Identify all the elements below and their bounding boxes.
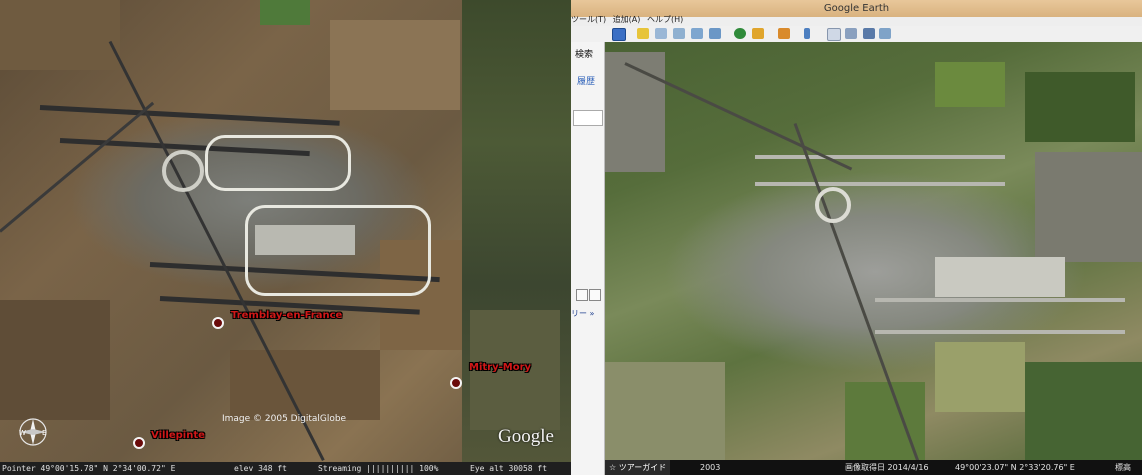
- sidebar-button[interactable]: [576, 289, 588, 301]
- terminal-2-complex: [255, 225, 355, 255]
- field-patch: [230, 350, 380, 420]
- place-marker-mitry[interactable]: [450, 377, 462, 389]
- runway: [755, 155, 1005, 159]
- highway: [0, 101, 155, 233]
- field-patch: [260, 0, 310, 25]
- menu-bar: ツール(T) 追加(A) ヘルプ(H): [571, 14, 687, 26]
- field-patch: [605, 362, 725, 460]
- place-label-tremblay[interactable]: Tremblay-en-France: [231, 310, 342, 321]
- gallery-link[interactable]: リー »: [571, 308, 594, 319]
- compass-icon[interactable]: W E: [18, 417, 48, 447]
- email-icon[interactable]: [827, 28, 841, 41]
- earth-map-view[interactable]: [605, 42, 1142, 460]
- elevation-label: 標高: [1115, 463, 1131, 472]
- menu-tools[interactable]: ツール(T): [571, 15, 606, 24]
- runway: [755, 182, 1005, 186]
- imagery-copyright: Image © 2005 DigitalGlobe: [222, 414, 347, 424]
- field-patch: [935, 342, 1025, 412]
- right-status-bar: ☆ ツアーガイド 2003 画像取得日 2014/4/16 49°00'23.0…: [605, 460, 1142, 475]
- terminal-1-ring: [815, 187, 851, 223]
- print-icon[interactable]: [845, 28, 857, 39]
- place-label-villepinte[interactable]: Villepinte: [151, 430, 205, 441]
- runway: [875, 330, 1125, 334]
- field-patch: [935, 62, 1005, 107]
- image-overlay-icon[interactable]: [691, 28, 703, 39]
- tour-guide-button[interactable]: ☆ ツアーガイド: [605, 460, 671, 475]
- place-marker-villepinte[interactable]: [133, 437, 145, 449]
- left-status-bar: Pointer 49°00'15.78" N 2°34'00.72" E ele…: [0, 462, 571, 475]
- pointer-coordinates: Pointer 49°00'15.78" N 2°34'00.72" E: [2, 464, 176, 473]
- save-image-icon[interactable]: [863, 28, 875, 39]
- runway: [875, 298, 1125, 302]
- historical-imagery-icon[interactable]: [734, 28, 746, 39]
- place-label-mitry[interactable]: Mitry-Mory: [469, 362, 531, 373]
- search-input[interactable]: [573, 110, 603, 126]
- sidebar-toggle-icon[interactable]: [612, 28, 626, 41]
- sidebar-folder-button[interactable]: [589, 289, 601, 301]
- google-earth-window[interactable]: Google Earth ツール(T) 追加(A) ヘルプ(H) 検索 履歴 リ…: [571, 0, 1142, 475]
- field-patch: [0, 0, 120, 70]
- terminal-2-complex: [935, 257, 1065, 297]
- path-icon[interactable]: [673, 28, 685, 39]
- history-link[interactable]: 履歴: [577, 74, 595, 87]
- view-in-maps-icon[interactable]: [879, 28, 891, 39]
- svg-text:W: W: [19, 429, 26, 437]
- field-patch: [0, 300, 110, 420]
- coordinates-readout: 49°00'23.07" N 2°33'20.76" E: [955, 463, 1075, 472]
- planets-icon[interactable]: [778, 28, 790, 39]
- menu-help[interactable]: ヘルプ(H): [647, 15, 683, 24]
- elevation-readout: elev 348 ft: [234, 464, 287, 473]
- sunlight-icon[interactable]: [752, 28, 764, 39]
- field-patch: [330, 20, 460, 110]
- field-patch: [1025, 362, 1142, 460]
- svg-text:E: E: [42, 429, 46, 437]
- town-area: [1035, 152, 1142, 262]
- toolbar: [571, 26, 1142, 43]
- sidebar: 検索 履歴 リー »: [571, 42, 605, 475]
- polygon-icon[interactable]: [655, 28, 667, 39]
- terminal-1-ring: [162, 150, 204, 192]
- imagery-year: 2003: [700, 463, 721, 472]
- placemark-icon[interactable]: [637, 28, 649, 39]
- google-logo: Google: [498, 426, 554, 447]
- imagery-date: 画像取得日 2014/4/16: [845, 463, 929, 472]
- menu-add[interactable]: 追加(A): [613, 15, 641, 24]
- taxiway: [205, 135, 351, 191]
- eye-altitude-readout: Eye alt 30058 ft: [470, 464, 548, 473]
- ruler-icon[interactable]: [804, 28, 810, 39]
- record-tour-icon[interactable]: [709, 28, 721, 39]
- search-panel-label[interactable]: 検索: [575, 47, 593, 60]
- streaming-readout: Streaming |||||||||| 100%: [318, 464, 439, 473]
- left-satellite-view[interactable]: Tremblay-en-France Mitry-Mory Villepinte…: [0, 0, 571, 475]
- runway: [39, 105, 340, 126]
- place-marker-tremblay[interactable]: [212, 317, 224, 329]
- field-patch: [1025, 72, 1135, 142]
